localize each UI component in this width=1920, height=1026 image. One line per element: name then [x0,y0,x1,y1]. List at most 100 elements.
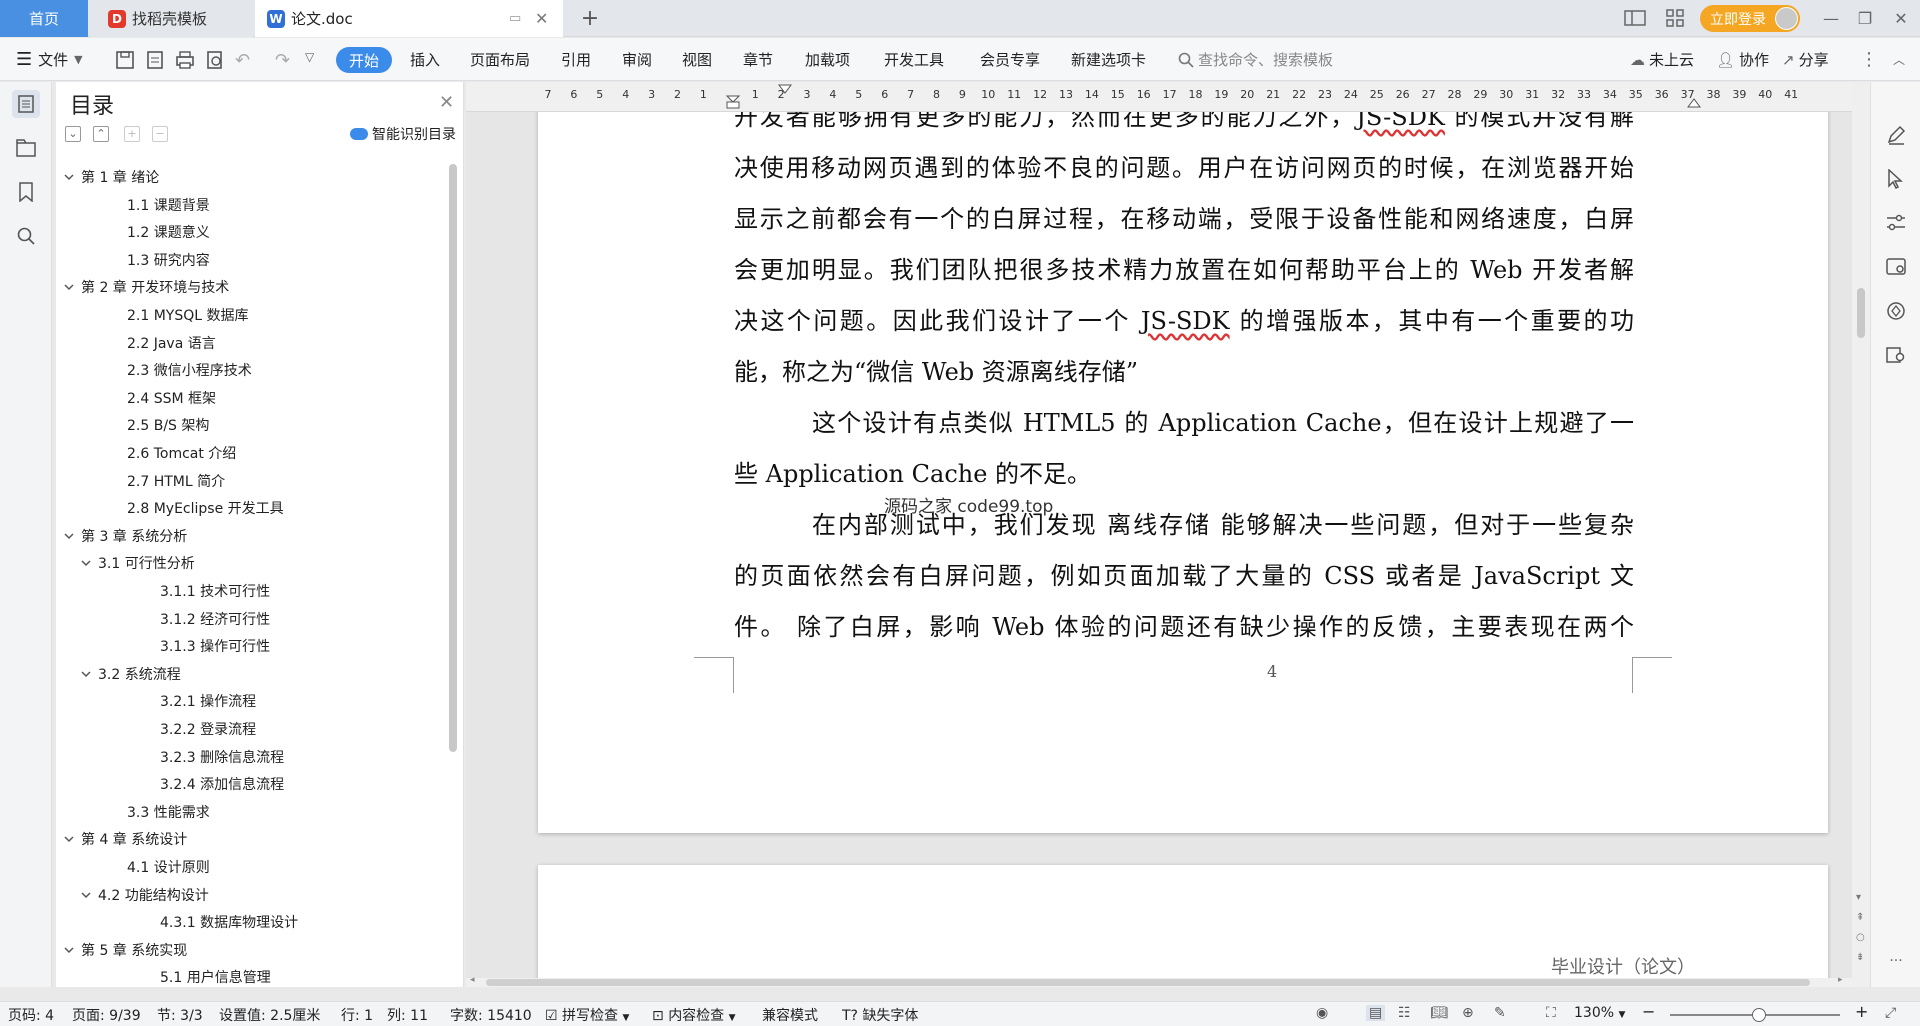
tab-new[interactable]: 新建选项卡 [1071,38,1146,81]
chevron-down-icon[interactable] [63,944,75,956]
zoom-in-icon[interactable]: + [1855,1002,1868,1021]
add-heading-icon[interactable]: + [124,126,140,142]
sliders-icon[interactable] [1883,210,1909,236]
toc-item[interactable]: 2.3 微信小程序技术 [127,357,252,383]
redo-icon[interactable]: ↷ [275,50,295,71]
toc-item[interactable]: 第 4 章 系统设计 [63,826,187,852]
spell-check[interactable]: ☑ 拼写检查 ▼ [545,1005,629,1025]
previous-page-icon[interactable]: ⇞ [1856,912,1864,923]
toc-item[interactable]: 3.1 可行性分析 [80,550,195,576]
layout-icon[interactable] [1622,6,1648,30]
toc-item[interactable]: 第 5 章 系统实现 [63,937,187,963]
file-menu[interactable]: ☰ 文件 ▼ [16,38,83,81]
chevron-down-icon[interactable] [63,281,75,293]
toc-item[interactable]: 1.1 课题背景 [127,192,210,218]
status-page[interactable]: 页码: 4 [8,1005,54,1025]
tab-vip[interactable]: 会员专享 [980,38,1040,81]
print-icon[interactable] [175,50,195,70]
chevron-down-icon[interactable] [63,171,75,183]
tab-view[interactable]: 视图 [682,38,712,81]
scroll-right-icon[interactable]: ▸ [1838,975,1843,985]
eye-protection-icon[interactable]: ◉ [1316,1005,1328,1021]
customize-quick-access-icon[interactable]: ▽ [305,50,325,70]
left-indent-marker[interactable] [726,82,740,110]
tab-addons[interactable]: 加载项 [805,38,850,81]
tab-insert[interactable]: 插入 [410,38,440,81]
toc-item[interactable]: 1.2 课题意义 [127,219,210,245]
bookmark-icon[interactable] [12,178,40,206]
more-icon[interactable]: ··· [1883,948,1909,974]
toc-item[interactable]: 3.1.3 操作可行性 [160,633,270,659]
toc-scrollbar[interactable] [449,164,457,752]
toc-item[interactable]: 2.2 Java 语言 [127,330,216,356]
right-indent-marker[interactable] [1687,96,1701,108]
vertical-scrollbar[interactable]: ▾ ⇞ ○ ⇟ [1852,82,1870,987]
tab-chapter[interactable]: 章节 [743,38,773,81]
expand-all-icon[interactable]: ⌄ [65,126,81,142]
login-button[interactable]: 立即登录 [1700,5,1800,32]
toc-item[interactable]: 2.7 HTML 简介 [127,468,225,494]
remove-heading-icon[interactable]: − [152,126,168,142]
toc-item[interactable]: 第 3 章 系统分析 [63,523,187,549]
status-row[interactable]: 行: 1 [341,1005,373,1025]
status-col[interactable]: 列: 11 [387,1005,428,1025]
pen-icon[interactable] [1883,122,1909,148]
chevron-down-icon[interactable] [80,557,92,569]
toc-item[interactable]: 2.4 SSM 框架 [127,385,216,411]
share-button[interactable]: ↗ 分享 [1782,38,1829,81]
collapse-ribbon-icon[interactable]: ︿ [1893,38,1905,81]
smart-toc-button[interactable]: 智能识别目录 [350,124,456,144]
status-words[interactable]: 字数: 15410 [450,1005,532,1025]
document-page[interactable]: 毕业设计（论文） [538,865,1828,978]
toc-item[interactable]: 2.5 B/S 架构 [127,412,209,438]
zoom-out-icon[interactable]: − [1642,1002,1655,1021]
toc-item[interactable]: 3.2.3 删除信息流程 [160,744,284,770]
first-line-indent-marker[interactable] [778,84,792,96]
zoom-slider-thumb[interactable] [1752,1008,1766,1022]
toc-panel-icon[interactable] [12,90,40,118]
chevron-down-icon[interactable] [63,530,75,542]
tab-template[interactable]: D 找稻壳模板 [90,0,253,37]
missing-font[interactable]: T? 缺失字体 [842,1005,918,1025]
toc-item[interactable]: 4.2 功能结构设计 [80,882,209,908]
next-page-icon[interactable]: ⇟ [1856,952,1864,963]
chevron-down-icon[interactable] [80,889,92,901]
document-canvas[interactable]: 开发者能够拥有更多的能力，然而在更多的能力之外，JS-SDK 的模式并没有解 决… [466,112,1852,978]
tab-close-icon[interactable]: ✕ [535,9,548,28]
toc-item[interactable]: 第 2 章 开发环境与技术 [63,274,229,300]
toc-item[interactable]: 4.3.1 数据库物理设计 [160,909,298,935]
tab-start[interactable]: 开始 [336,47,392,73]
write-mode-icon[interactable]: ✎ [1494,1005,1506,1021]
command-search[interactable]: 查找命令、搜索模板 [1178,38,1333,81]
toc-item[interactable]: 3.1.1 技术可行性 [160,578,270,604]
fullscreen-icon[interactable]: ⤢ [1885,1005,1896,1021]
zoom-level[interactable]: 130% ▼ [1574,1005,1625,1021]
toc-item[interactable]: 1.3 研究内容 [127,247,210,273]
tab-reference[interactable]: 引用 [561,38,591,81]
scroll-down-icon[interactable]: ▾ [1856,892,1861,903]
apps-grid-icon[interactable] [1662,6,1688,30]
reading-mode-icon[interactable] [1883,342,1909,368]
chevron-down-icon[interactable] [80,668,92,680]
export-pdf-icon[interactable] [145,50,165,70]
cursor-select-icon[interactable] [1883,166,1909,192]
collaborate-button[interactable]: 👤︎ 协作 [1716,38,1769,81]
tab-devtools[interactable]: 开发工具 [884,38,944,81]
horizontal-ruler[interactable]: 7 6 5 4 3 2 1 1 2 3 4 5 6 7 8 9 10 11 12 13 14 15 16 17 18 19 20 21… [466,82,1862,112]
image-edit-icon[interactable] [1883,254,1909,280]
page-view-icon[interactable]: ▤ [1366,1005,1386,1021]
new-tab-button[interactable]: + [573,0,607,37]
toc-item[interactable]: 3.2.2 登录流程 [160,716,256,742]
outline-view-icon[interactable]: ☷ [1398,1005,1411,1021]
tab-page-layout[interactable]: 页面布局 [470,38,530,81]
toc-item[interactable]: 第 1 章 绪论 [63,164,159,190]
content-check[interactable]: ⊡ 内容检查 ▼ [652,1005,736,1025]
scrollbar-thumb[interactable] [486,979,1810,986]
search-icon[interactable] [12,222,40,250]
collapse-all-icon[interactable]: ⌃ [93,126,109,142]
reading-view-icon[interactable]: 📖︎ [1430,1005,1448,1021]
toc-item[interactable]: 3.2 系统流程 [80,661,181,687]
save-icon[interactable] [115,50,135,70]
print-preview-icon[interactable] [205,50,225,70]
toc-item[interactable]: 5.1 用户信息管理 [160,964,271,990]
